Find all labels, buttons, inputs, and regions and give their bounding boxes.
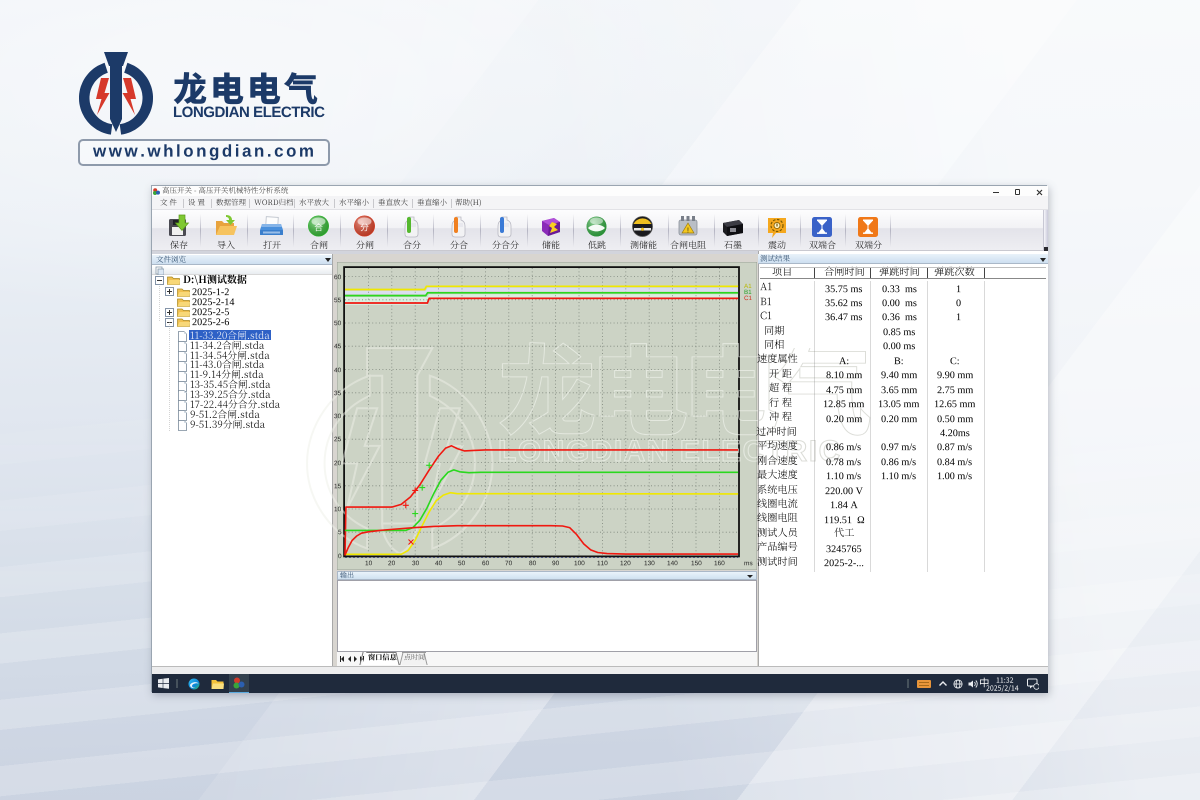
svg-text:!: ! [687, 228, 689, 235]
